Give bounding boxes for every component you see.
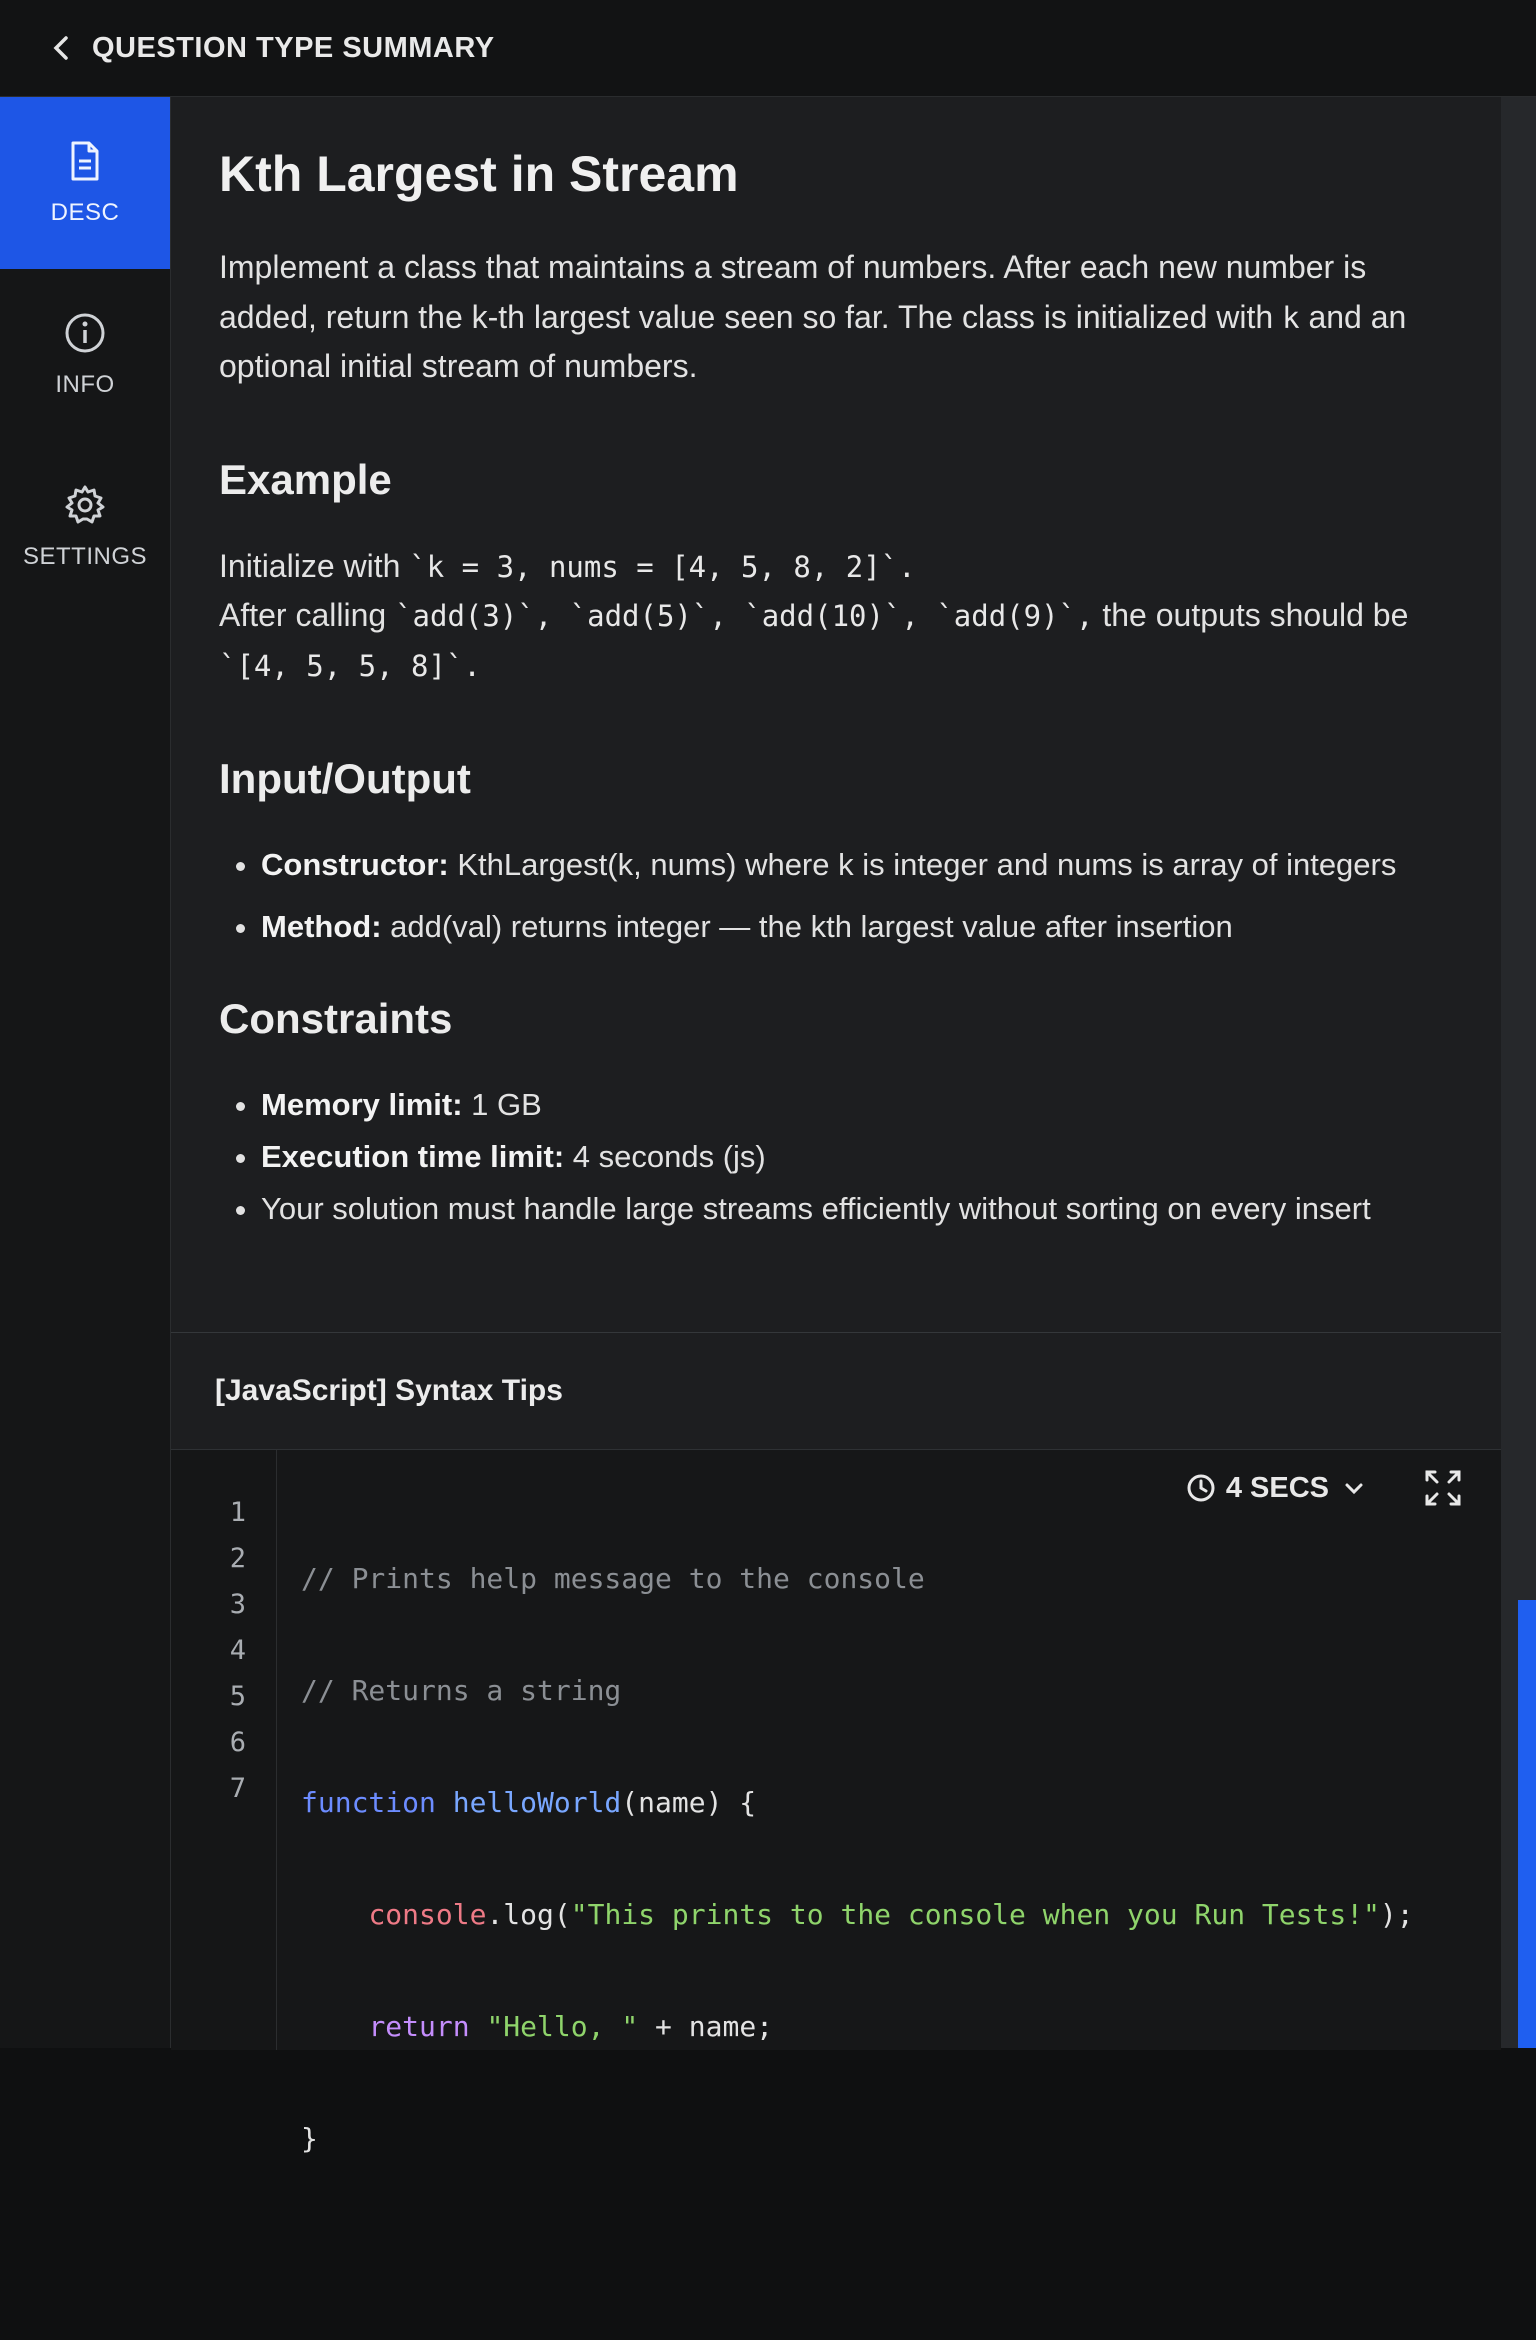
example-heading: Example	[219, 455, 392, 503]
item-label: Memory limit:	[261, 1086, 463, 1122]
line-number: 4	[229, 1635, 246, 1666]
line-number: 3	[229, 1589, 246, 1620]
page-title: QUESTION TYPE SUMMARY	[92, 31, 495, 64]
info-icon	[65, 313, 105, 353]
constraints-list: Memory limit: 1 GB Execution time limit:…	[219, 1081, 1451, 1233]
sidebar-item-desc[interactable]: DESC	[0, 97, 170, 269]
example-text: Initialize with `k = 3, nums = [4, 5, 8,…	[219, 542, 1451, 691]
item-label: Constructor:	[261, 846, 449, 882]
chevron-left-icon	[53, 36, 68, 60]
line-number: 7	[229, 1773, 246, 1804]
code-editor[interactable]: 1 2 3 4 5 6 7 4 SECS // Prints help mess…	[171, 1449, 1501, 2155]
code-keyword: return	[368, 2010, 470, 2043]
code-string: "This prints to the console when you Run…	[570, 1898, 1380, 1931]
example-text-segment: After calling	[219, 597, 387, 634]
list-item: Your solution must handle large streams …	[261, 1185, 1451, 1233]
main-panel: Kth Largest in Stream Implement a class …	[171, 97, 1501, 2155]
item-text: 4 seconds (js)	[572, 1138, 766, 1174]
io-list: Constructor: KthLargest(k, nums) where k…	[219, 841, 1451, 951]
list-item: Execution time limit: 4 seconds (js)	[261, 1133, 1451, 1181]
constraints-heading: Constraints	[219, 994, 453, 1042]
code-comment: // Returns a string	[301, 1674, 622, 1707]
list-item: Constructor: KthLargest(k, nums) where k…	[261, 841, 1451, 889]
line-number: 6	[229, 1727, 246, 1758]
sidebar-item-label: DESC	[50, 199, 120, 226]
back-button[interactable]: QUESTION TYPE SUMMARY	[52, 32, 495, 65]
example-text-segment: the outputs should be	[1102, 597, 1409, 634]
gear-icon	[65, 485, 105, 524]
sidebar-item-info[interactable]: INFO	[0, 269, 170, 441]
sidebar-item-label: SETTINGS	[22, 543, 147, 570]
sidebar-item-settings[interactable]: SETTINGS	[0, 441, 170, 613]
item-text: add(val) returns integer — the kth large…	[390, 908, 1233, 944]
code-function: helloWorld	[452, 1786, 622, 1819]
item-text: 1 GB	[471, 1086, 542, 1122]
code-line: function helloWorld(name) {	[301, 1780, 1461, 1826]
syntax-tips-header: [JavaScript] Syntax Tips	[215, 1373, 563, 1407]
code-line: // Returns a string	[301, 1668, 1461, 1714]
code-line: console.log("This prints to the console …	[301, 1892, 1461, 1938]
sidebar-item-label: INFO	[55, 371, 115, 398]
code-text: + name;	[638, 2010, 774, 2043]
code-comment: // Prints help message to the console	[301, 1562, 925, 1595]
code-text: (name) {	[621, 1786, 757, 1819]
list-item: Memory limit: 1 GB	[261, 1081, 1451, 1129]
item-label: Execution time limit:	[261, 1138, 565, 1174]
code-keyword: function	[301, 1786, 436, 1819]
inline-code: k	[1282, 300, 1300, 335]
io-heading: Input/Output	[219, 754, 471, 802]
description-text: Implement a class that maintains a strea…	[219, 249, 1367, 335]
code-text: );	[1379, 1898, 1414, 1931]
item-text: KthLargest(k, nums) where k is integer a…	[457, 846, 1397, 882]
list-item: Method: add(val) returns integer — the k…	[261, 903, 1451, 951]
item-text: Your solution must handle large streams …	[261, 1190, 1371, 1226]
code-text: }	[301, 2122, 318, 2155]
description-paragraph: Implement a class that maintains a strea…	[219, 243, 1451, 392]
scrollbar-accent	[1518, 1600, 1536, 2048]
sidebar: DESC INFO SETTINGS	[0, 97, 171, 2048]
inline-code: `[4, 5, 5, 8]`.	[219, 648, 481, 683]
line-number-gutter: 1 2 3 4 5 6 7	[171, 1450, 277, 2050]
example-text-segment: Initialize with	[219, 547, 401, 584]
inline-code: `add(3)`, `add(5)`, `add(10)`, `add(9)`,	[395, 599, 1094, 634]
code-string: "Hello, "	[486, 2010, 639, 2043]
line-number: 2	[229, 1543, 246, 1574]
code-line: }	[301, 2116, 1461, 2162]
line-number: 1	[229, 1497, 246, 1528]
code-content: // Prints help message to the console //…	[301, 1490, 1461, 2340]
document-icon	[71, 141, 99, 181]
top-bar: QUESTION TYPE SUMMARY	[0, 0, 1536, 97]
line-number: 5	[229, 1681, 246, 1712]
problem-title: Kth Largest in Stream	[219, 146, 739, 202]
code-line: // Prints help message to the console	[301, 1556, 1461, 1602]
item-label: Method:	[261, 908, 382, 944]
problem-description: Kth Largest in Stream Implement a class …	[171, 97, 1501, 1233]
code-text: .log(	[486, 1898, 571, 1931]
code-object: console	[368, 1898, 487, 1931]
syntax-tips-panel: [JavaScript] Syntax Tips 1 2 3 4 5 6 7 4…	[171, 1332, 1501, 2155]
code-line: return "Hello, " + name;	[301, 2004, 1461, 2050]
inline-code: `k = 3, nums = [4, 5, 8, 2]`.	[409, 549, 916, 584]
